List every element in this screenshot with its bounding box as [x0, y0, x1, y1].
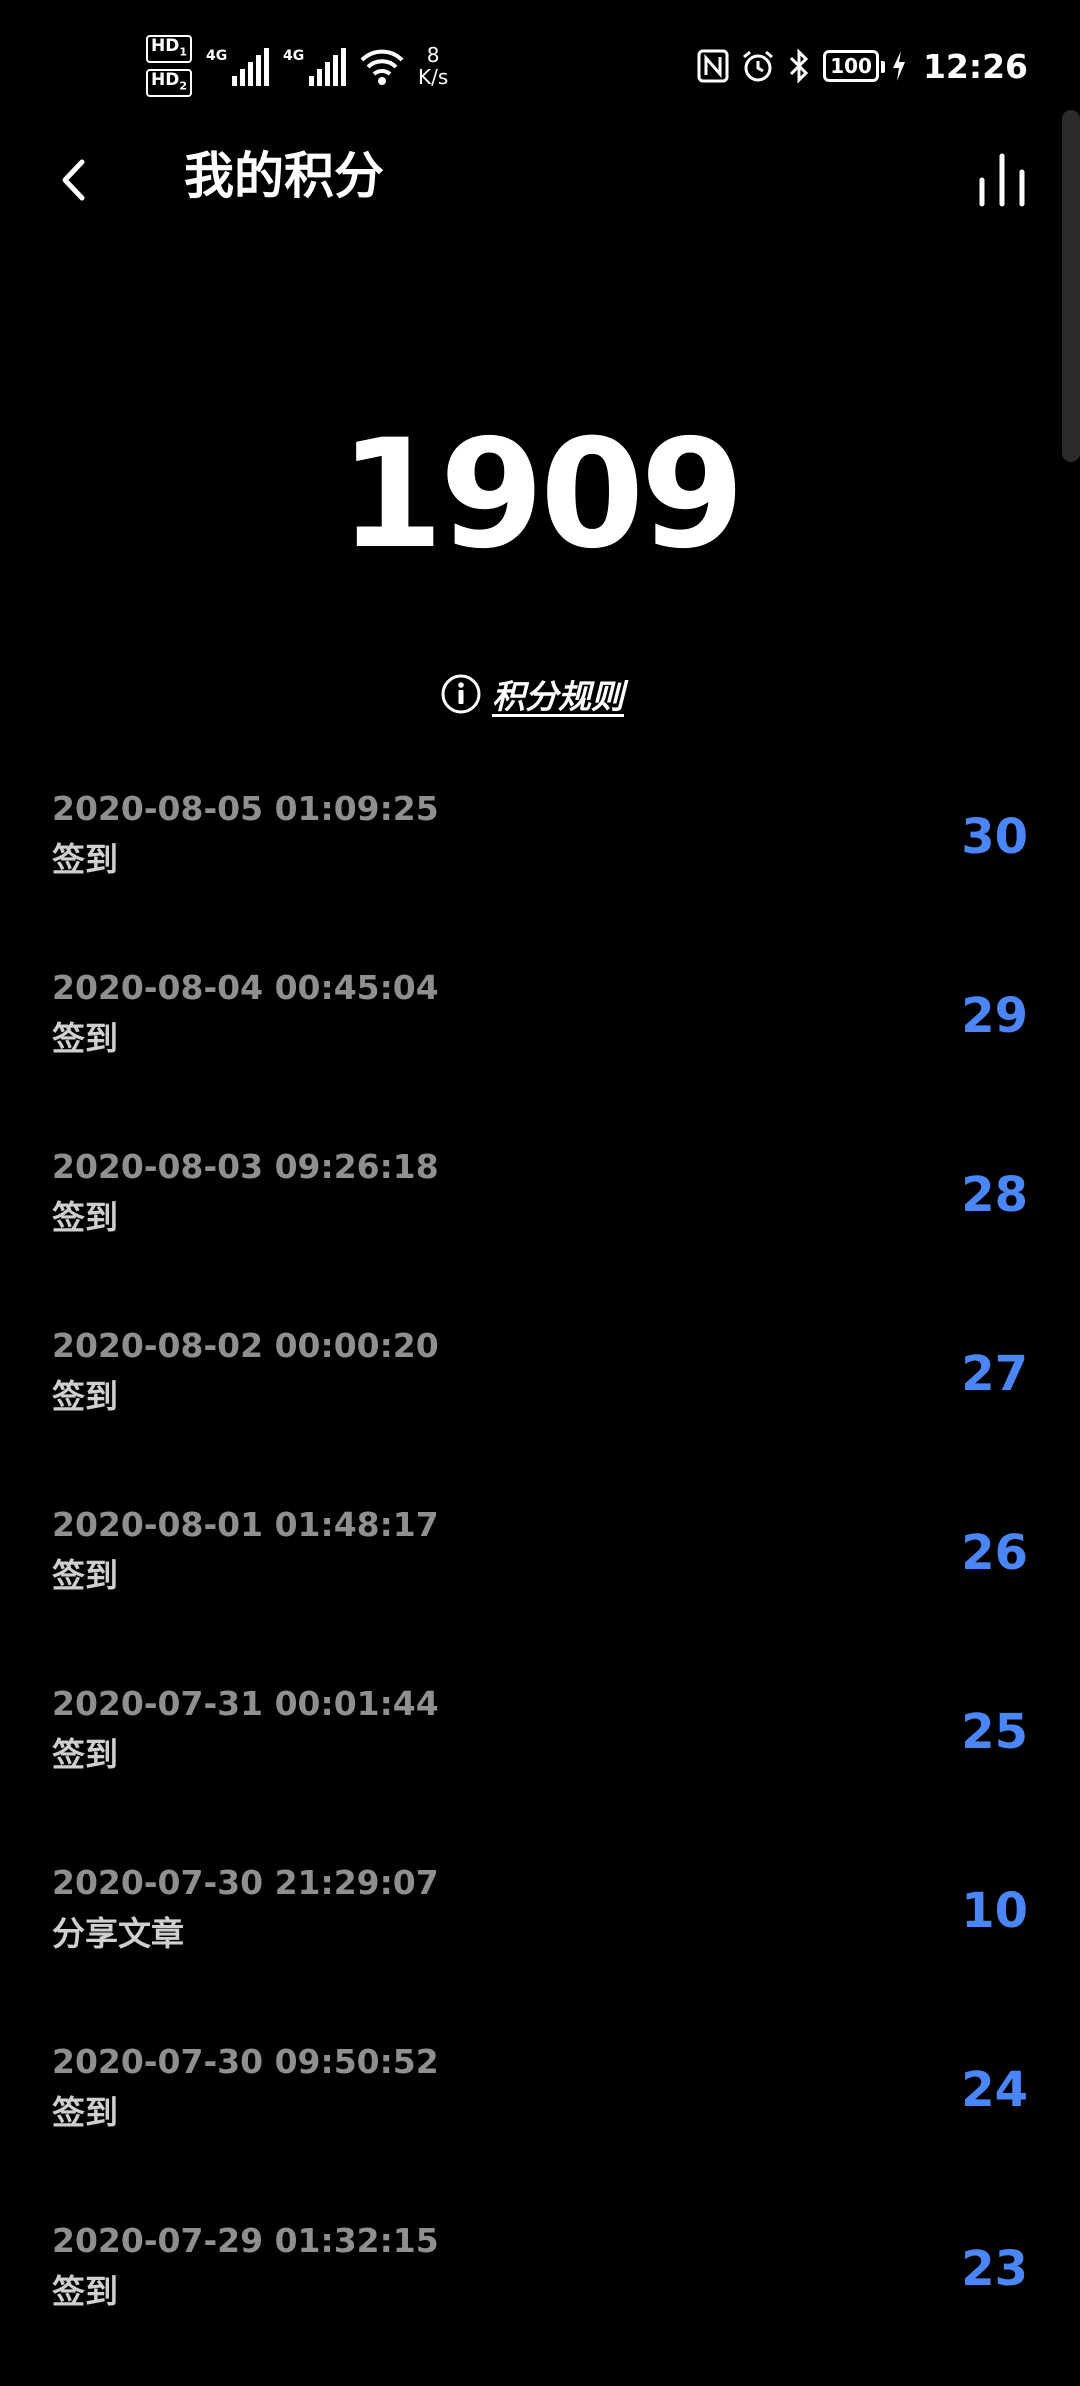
list-item: 2020-07-30 09:50:52 签到 24 [0, 2028, 1080, 2207]
list-item: 2020-08-01 01:48:17 签到 26 [0, 1491, 1080, 1670]
chevron-left-icon [62, 159, 85, 201]
record-points: 28 [961, 1167, 1028, 1223]
record-datetime: 2020-08-02 00:00:20 [52, 1326, 439, 1365]
record-points: 27 [961, 1346, 1028, 1402]
status-left: HD1 HD2 4G 4G 8 K/s [146, 34, 449, 98]
back-button[interactable] [48, 150, 98, 210]
record-type: 签到 [52, 1019, 118, 1058]
record-points: 30 [961, 809, 1028, 865]
bluetooth-icon [790, 48, 809, 84]
bar-chart-icon [979, 153, 1025, 207]
record-datetime: 2020-08-04 00:45:04 [52, 968, 439, 1007]
page-title: 我的积分 [184, 147, 384, 205]
record-datetime: 2020-07-31 00:01:44 [52, 1684, 439, 1723]
points-rules-label[interactable]: 积分规则 [492, 670, 624, 718]
charging-icon [892, 51, 905, 81]
record-type: 分享文章 [52, 1914, 184, 1953]
points-rules-link[interactable]: 积分规则 [440, 668, 624, 720]
record-datetime: 2020-08-01 01:48:17 [52, 1505, 439, 1544]
signal-icon-sim2: 4G [283, 46, 346, 86]
record-type: 签到 [52, 1556, 118, 1595]
signal-icon-sim1: 4G [206, 46, 269, 86]
nfc-icon [697, 49, 729, 83]
record-type: 签到 [52, 1377, 118, 1416]
network-type-1: 4G [206, 48, 228, 64]
record-points: 23 [961, 2241, 1028, 2297]
record-datetime: 2020-08-05 01:09:25 [52, 789, 439, 828]
status-right: 100 12:26 [697, 36, 1028, 96]
network-type-2: 4G [283, 48, 305, 64]
hd-indicator-1: HD1 [146, 34, 192, 63]
hd-indicator-2: HD2 [146, 69, 192, 98]
alarm-icon [743, 50, 774, 82]
record-type: 签到 [52, 1198, 118, 1237]
list-item: 2020-08-02 00:00:20 签到 27 [0, 1312, 1080, 1491]
record-datetime: 2020-08-03 09:26:18 [52, 1147, 439, 1186]
list-item: 2020-07-30 21:29:07 分享文章 10 [0, 1849, 1080, 2028]
record-type: 签到 [52, 840, 118, 879]
statistics-button[interactable] [976, 148, 1036, 208]
record-datetime: 2020-07-30 21:29:07 [52, 1863, 439, 1902]
record-datetime: 2020-07-30 09:50:52 [52, 2042, 439, 2081]
list-item: 2020-07-29 01:32:15 签到 23 [0, 2207, 1080, 2386]
record-type: 签到 [52, 2093, 118, 2132]
record-type: 签到 [52, 1735, 118, 1774]
record-points: 25 [961, 1704, 1028, 1760]
record-datetime: 2020-07-29 01:32:15 [52, 2221, 439, 2260]
record-type: 签到 [52, 2272, 118, 2311]
list-item: 2020-07-31 00:01:44 签到 25 [0, 1670, 1080, 1849]
list-item: 2020-08-03 09:26:18 签到 28 [0, 1133, 1080, 1312]
hd-indicators: HD1 HD2 [146, 34, 192, 98]
status-bar: HD1 HD2 4G 4G 8 K/s 100 12:26 [0, 0, 1080, 110]
points-record-list: 2020-08-05 01:09:25 签到 30 2020-08-04 00:… [0, 775, 1080, 2386]
points-total: 1909 [339, 408, 744, 582]
info-icon [441, 674, 481, 714]
clock: 12:26 [922, 46, 1028, 86]
record-points: 29 [961, 988, 1028, 1044]
battery-icon: 100 [823, 50, 885, 82]
record-points: 10 [961, 1883, 1028, 1939]
record-points: 24 [961, 2062, 1028, 2118]
list-item: 2020-08-04 00:45:04 签到 29 [0, 954, 1080, 1133]
record-points: 26 [961, 1525, 1028, 1581]
list-item: 2020-08-05 01:09:25 签到 30 [0, 775, 1080, 954]
network-speed: 8 K/s [418, 43, 449, 89]
wifi-icon [360, 49, 404, 85]
